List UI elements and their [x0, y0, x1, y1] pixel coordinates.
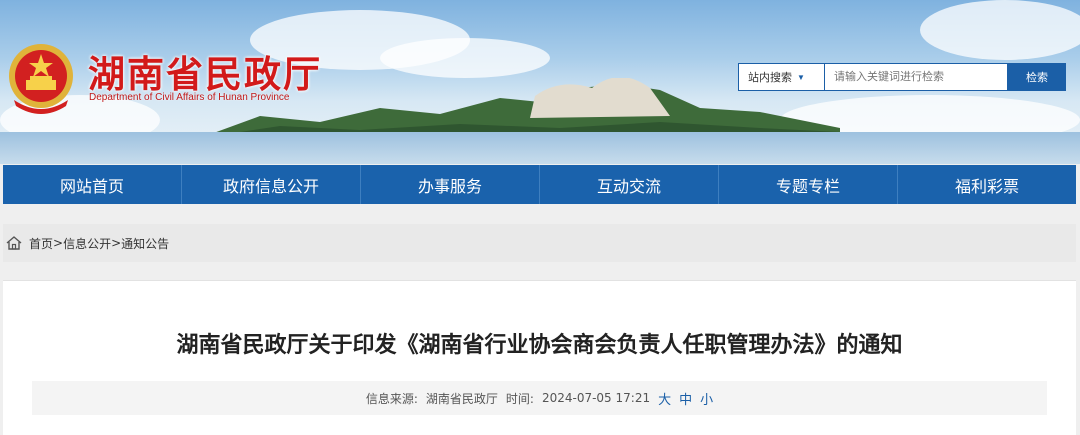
article-title: 湖南省民政厅关于印发《湖南省行业协会商会负责人任职管理办法》的通知 [176, 333, 903, 358]
nav-item-services[interactable]: 办事服务 [361, 165, 540, 204]
chevron-down-icon: ▼ [797, 72, 805, 82]
cloud-decoration [920, 0, 1080, 60]
search-bar: 站内搜索 ▼ 检索 [738, 63, 1066, 91]
search-scope-label: 站内搜索 [748, 72, 792, 84]
time-label: 时间: [505, 391, 534, 406]
breadcrumb-item-info[interactable]: 信息公开 [63, 235, 111, 252]
breadcrumb-separator: > [111, 236, 122, 250]
home-icon [6, 236, 22, 250]
search-input[interactable] [824, 63, 1008, 91]
font-size-large-button[interactable]: 大 [658, 389, 671, 408]
lake-illustration [0, 132, 1080, 164]
search-scope-dropdown[interactable]: 站内搜索 ▼ [738, 63, 824, 91]
breadcrumb: 首页 > 信息公开 > 通知公告 [3, 224, 1076, 262]
article-panel: 湖南省民政厅关于印发《湖南省行业协会商会负责人任职管理办法》的通知 信息来源: … [3, 280, 1076, 435]
nav-item-home[interactable]: 网站首页 [3, 165, 182, 204]
site-subtitle: Department of Civil Affairs of Hunan Pro… [89, 92, 290, 103]
nav-item-interaction[interactable]: 互动交流 [540, 165, 719, 204]
font-size-medium-button[interactable]: 中 [679, 389, 692, 408]
font-size-small-button[interactable]: 小 [700, 389, 713, 408]
search-button[interactable]: 检索 [1008, 63, 1066, 91]
national-emblem-icon [9, 44, 73, 114]
nav-item-gov-info[interactable]: 政府信息公开 [182, 165, 361, 204]
nav-item-topics[interactable]: 专题专栏 [719, 165, 898, 204]
source-value: 湖南省民政厅 [425, 391, 498, 406]
main-nav: 网站首页 政府信息公开 办事服务 互动交流 专题专栏 福利彩票 [3, 165, 1076, 204]
breadcrumb-item-home[interactable]: 首页 [29, 235, 53, 252]
source-label: 信息来源: [365, 391, 418, 406]
breadcrumb-item-notices[interactable]: 通知公告 [121, 235, 169, 252]
header-banner: 湖南省民政厅 Department of Civil Affairs of Hu… [0, 0, 1080, 164]
breadcrumb-separator: > [53, 236, 64, 250]
time-value: 2024-07-05 17:21 [541, 391, 651, 405]
nav-item-lottery[interactable]: 福利彩票 [898, 165, 1076, 204]
article-meta: 信息来源: 湖南省民政厅 时间: 2024-07-05 17:21 大 中 小 [32, 381, 1047, 415]
site-title: 湖南省民政厅 [88, 53, 322, 96]
cloud-decoration [380, 38, 550, 78]
